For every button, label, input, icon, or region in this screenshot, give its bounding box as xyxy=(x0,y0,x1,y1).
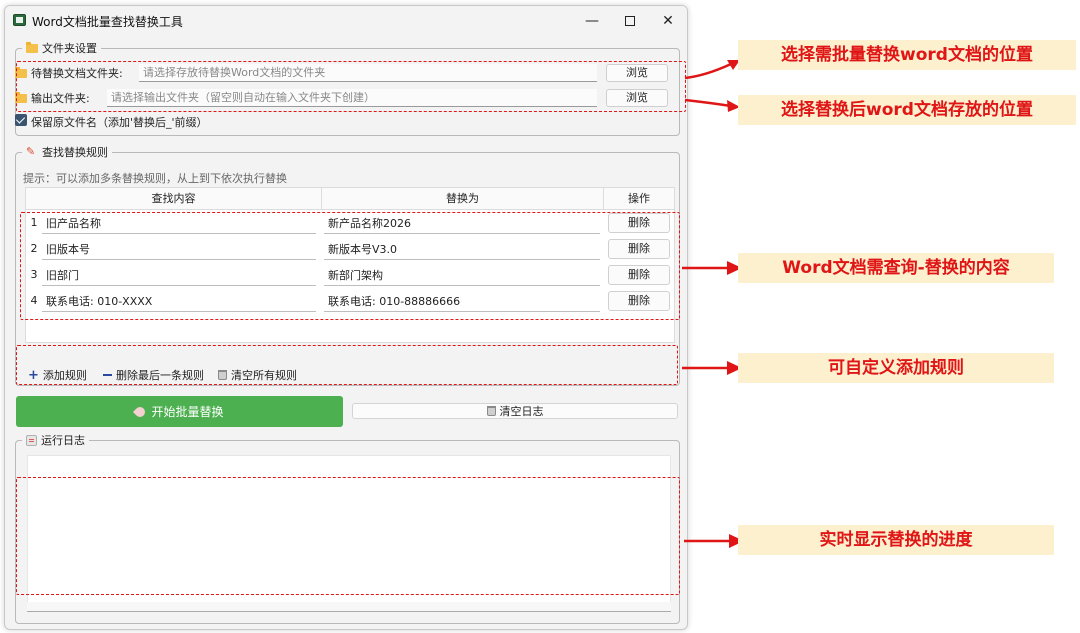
log-progress-bar xyxy=(27,602,671,612)
keep-filename-checkbox[interactable] xyxy=(15,114,27,126)
arrow-icon xyxy=(684,534,744,548)
rules-hint: 提示：可以添加多条替换规则，从上到下依次执行替换 xyxy=(23,172,287,185)
clear-log-button[interactable]: 清空日志 xyxy=(352,403,678,419)
folder-settings-title-text: 文件夹设置 xyxy=(42,42,97,55)
arrow-icon xyxy=(682,361,742,375)
start-replace-button[interactable]: 开始批量替换 xyxy=(16,396,343,427)
arrow-icon xyxy=(684,98,740,112)
rules-group-title-text: 查找替换规则 xyxy=(42,146,108,159)
table-header: 查找内容 替换为 操作 xyxy=(26,188,674,210)
arrow-icon xyxy=(682,261,742,275)
close-button[interactable]: ✕ xyxy=(649,10,687,32)
window-title: Word文档批量查找替换工具 xyxy=(32,15,183,29)
trash-icon xyxy=(486,406,496,416)
clear-log-label: 清空日志 xyxy=(499,405,544,418)
rocket-icon xyxy=(133,404,148,419)
header-find: 查找内容 xyxy=(26,188,322,210)
log-group-title: 运行日志 xyxy=(22,432,89,448)
start-replace-label: 开始批量替换 xyxy=(151,405,224,419)
keep-filename-label: 保留原文件名（添加'替换后_'前缀） xyxy=(31,116,208,129)
annotation-box-rules xyxy=(20,212,680,320)
folder-settings-title: 文件夹设置 xyxy=(22,40,101,56)
annotation-box-folders xyxy=(16,61,686,112)
header-replace: 替换为 xyxy=(322,188,604,210)
header-action: 操作 xyxy=(628,192,650,205)
minimize-button[interactable]: — xyxy=(573,10,611,32)
maximize-icon xyxy=(625,16,635,26)
callout-progress: 实时显示替换的进度 xyxy=(738,525,1054,555)
annotation-box-rule-tools xyxy=(16,345,678,385)
folder-icon xyxy=(26,41,38,53)
pencil-icon: ✎ xyxy=(26,145,36,158)
annotation-box-log xyxy=(16,477,680,595)
title-bar[interactable]: Word文档批量查找替换工具 — ✕ xyxy=(5,6,687,34)
arrow-icon xyxy=(684,60,740,80)
callout-source-folder: 选择需批量替换word文档的位置 xyxy=(738,40,1076,70)
app-icon xyxy=(13,14,26,26)
log-icon xyxy=(26,434,37,446)
callout-custom-rules: 可自定义添加规则 xyxy=(738,353,1054,383)
rules-group-title: ✎ 查找替换规则 xyxy=(22,144,112,160)
callout-rules-content: Word文档需查询-替换的内容 xyxy=(738,253,1054,283)
log-group-title-text: 运行日志 xyxy=(41,434,85,447)
callout-output-folder: 选择替换后word文档存放的位置 xyxy=(738,95,1076,125)
maximize-button[interactable] xyxy=(611,10,649,32)
